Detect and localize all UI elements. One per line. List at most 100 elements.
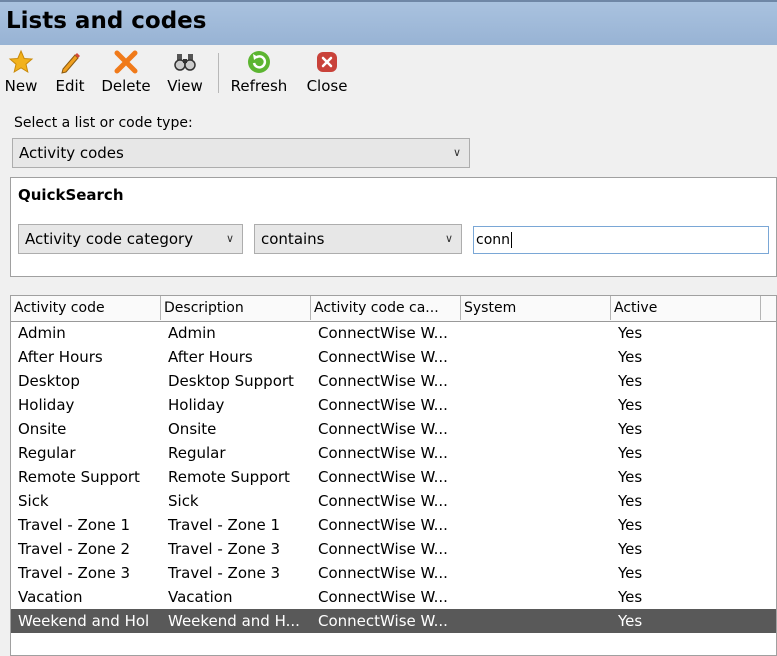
cell-activity-code: Admin <box>18 324 66 342</box>
cell-system <box>461 489 611 513</box>
cell-system <box>461 585 611 609</box>
table-row[interactable]: Remote Support Remote Support ConnectWise … <box>11 465 776 489</box>
table-row[interactable]: Sick Sick ConnectWise W... Yes <box>11 489 776 513</box>
search-operator-value: contains <box>261 230 325 248</box>
cell-active: Yes <box>618 396 643 414</box>
list-type-label: Select a list or code type: <box>14 115 193 131</box>
codes-table: Activity code Description Activity code … <box>10 295 777 656</box>
cell-category: ConnectWise W... <box>318 444 448 462</box>
cell-description: Onsite <box>168 420 217 438</box>
table-row[interactable]: Vacation Vacation ConnectWise W... Yes <box>11 585 776 609</box>
cell-category: ConnectWise W... <box>318 612 448 630</box>
cell-active: Yes <box>618 420 643 438</box>
cell-active: Yes <box>618 516 643 534</box>
edit-button[interactable]: Edit <box>52 49 88 95</box>
table-row[interactable]: Desktop Desktop Support ConnectWise W... Ye… <box>11 369 776 393</box>
cell-description: Desktop Support <box>168 372 294 390</box>
title-bar: Lists and codes <box>0 0 777 45</box>
chevron-down-icon: ∨ <box>452 146 461 159</box>
search-field-dropdown[interactable]: Activity code category ∨ <box>18 224 243 254</box>
table-row[interactable]: Travel - Zone 1 Travel - Zone 1 ConnectWis… <box>11 513 776 537</box>
cell-category: ConnectWise W... <box>318 324 448 342</box>
cell-active: Yes <box>618 492 643 510</box>
cell-system <box>461 321 611 345</box>
cell-activity-code: Regular <box>18 444 76 462</box>
view-label: View <box>167 77 203 95</box>
view-button[interactable]: View <box>164 49 206 95</box>
list-type-value: Activity codes <box>19 144 124 162</box>
search-operator-dropdown[interactable]: contains ∨ <box>254 224 462 254</box>
column-header-category[interactable]: Activity code ca... <box>311 296 461 320</box>
table-row[interactable]: Travel - Zone 3 Travel - Zone 3 ConnectWis… <box>11 561 776 585</box>
cell-system <box>461 513 611 537</box>
cell-category: ConnectWise W... <box>318 588 448 606</box>
quicksearch-panel: QuickSearch Activity code category ∨ con… <box>10 177 777 277</box>
table-header: Activity code Description Activity code … <box>11 296 776 322</box>
cell-activity-code: Travel - Zone 1 <box>18 516 131 534</box>
cell-activity-code: Weekend and Hol <box>18 612 150 630</box>
column-header-active[interactable]: Active <box>611 296 761 320</box>
chevron-down-icon: ∨ <box>225 232 234 245</box>
column-header-description[interactable]: Description <box>161 296 311 320</box>
column-header-activity-code[interactable]: Activity code <box>11 296 161 320</box>
cell-description: Travel - Zone 1 <box>168 516 281 534</box>
table-row[interactable]: Weekend and Hol Weekend and H... ConnectWi… <box>11 609 776 633</box>
cell-category: ConnectWise W... <box>318 516 448 534</box>
delete-label: Delete <box>101 77 151 95</box>
cell-system <box>461 393 611 417</box>
cell-description: Regular <box>168 444 226 462</box>
table-row[interactable]: After Hours After Hours ConnectWise W... Ye… <box>11 345 776 369</box>
chevron-down-icon: ∨ <box>444 232 453 245</box>
close-label: Close <box>306 77 348 95</box>
cell-system <box>461 417 611 441</box>
cell-active: Yes <box>618 348 643 366</box>
search-input[interactable]: conn <box>473 226 769 254</box>
cell-description: Travel - Zone 3 <box>168 540 281 558</box>
delete-x-icon <box>114 50 138 74</box>
cell-category: ConnectWise W... <box>318 564 448 582</box>
star-icon <box>8 49 34 74</box>
table-row[interactable]: Regular Regular ConnectWise W... Yes <box>11 441 776 465</box>
cell-category: ConnectWise W... <box>318 372 448 390</box>
search-input-value: conn <box>476 232 511 248</box>
cell-activity-code: Vacation <box>18 588 83 606</box>
cell-activity-code: Holiday <box>18 396 75 414</box>
table-row[interactable]: Holiday Holiday ConnectWise W... Yes <box>11 393 776 417</box>
cell-activity-code: Remote Support <box>18 468 140 486</box>
window-title: Lists and codes <box>6 8 207 34</box>
cell-system <box>461 465 611 489</box>
cell-active: Yes <box>618 324 643 342</box>
new-label: New <box>4 77 38 95</box>
cell-category: ConnectWise W... <box>318 396 448 414</box>
cell-category: ConnectWise W... <box>318 420 448 438</box>
column-header-system[interactable]: System <box>461 296 611 320</box>
cell-category: ConnectWise W... <box>318 492 448 510</box>
cell-activity-code: Travel - Zone 3 <box>18 564 131 582</box>
cell-description: After Hours <box>168 348 253 366</box>
delete-button[interactable]: Delete <box>99 49 153 95</box>
binoculars-icon <box>174 54 196 71</box>
cell-description: Admin <box>168 324 216 342</box>
table-row[interactable]: Admin Admin ConnectWise W... Yes <box>11 321 776 345</box>
new-button[interactable]: New <box>2 49 40 95</box>
cell-system <box>461 369 611 393</box>
cell-description: Weekend and H... <box>168 612 300 630</box>
cell-description: Vacation <box>168 588 233 606</box>
cell-system <box>461 345 611 369</box>
refresh-button[interactable]: Refresh <box>228 49 290 95</box>
cell-description: Sick <box>168 492 199 510</box>
table-row[interactable]: Travel - Zone 2 Travel - Zone 3 ConnectWis… <box>11 537 776 561</box>
quicksearch-title: QuickSearch <box>18 186 124 204</box>
cell-active: Yes <box>618 444 643 462</box>
list-type-dropdown[interactable]: Activity codes ∨ <box>12 138 470 168</box>
close-button[interactable]: Close <box>302 49 352 95</box>
cell-active: Yes <box>618 468 643 486</box>
cell-system <box>461 561 611 585</box>
cell-activity-code: Desktop <box>18 372 80 390</box>
cell-active: Yes <box>618 372 643 390</box>
table-row[interactable]: Onsite Onsite ConnectWise W... Yes <box>11 417 776 441</box>
cell-category: ConnectWise W... <box>318 468 448 486</box>
text-caret <box>511 232 513 248</box>
search-field-value: Activity code category <box>25 230 194 248</box>
cell-active: Yes <box>618 588 643 606</box>
